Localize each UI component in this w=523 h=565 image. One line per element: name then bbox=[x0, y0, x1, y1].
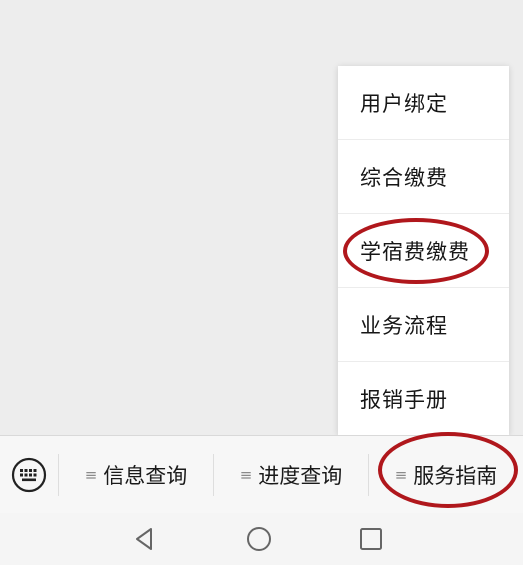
menu-item-label: 综合缴费 bbox=[360, 165, 448, 190]
menu-item-comprehensive-payment[interactable]: 综合缴费 bbox=[338, 140, 509, 214]
tab-label: 信息查询 bbox=[103, 463, 188, 488]
menu-item-label: 业务流程 bbox=[360, 313, 448, 338]
menu-item-label: 用户绑定 bbox=[360, 91, 448, 116]
menu-lines-icon: ≡ bbox=[394, 465, 408, 484]
menu-lines-icon: ≡ bbox=[239, 465, 253, 484]
menu-lines-icon: ≡ bbox=[84, 465, 98, 484]
tab-info-query[interactable]: ≡ 信息查询 bbox=[59, 436, 213, 513]
menu-item-business-process[interactable]: 业务流程 bbox=[338, 288, 509, 362]
keyboard-icon bbox=[11, 457, 47, 492]
tab-progress-query[interactable]: ≡ 进度查询 bbox=[214, 436, 368, 513]
tab-service-guide[interactable]: ≡ 服务指南 bbox=[369, 436, 523, 513]
back-button[interactable] bbox=[131, 525, 159, 553]
menu-item-tuition-payment[interactable]: 学宿费缴费 bbox=[338, 214, 509, 288]
home-button[interactable] bbox=[245, 525, 273, 553]
menu-item-reimbursement-manual[interactable]: 报销手册 bbox=[338, 362, 509, 435]
tab-label: 服务指南 bbox=[413, 463, 498, 488]
tab-label: 进度查询 bbox=[258, 463, 343, 488]
official-account-menu-bar: ≡ 信息查询 ≡ 进度查询 ≡ 服务指南 bbox=[0, 435, 523, 513]
menu-item-label: 学宿费缴费 bbox=[360, 239, 470, 264]
system-navigation-bar bbox=[0, 513, 523, 565]
keyboard-toggle-button[interactable] bbox=[0, 436, 58, 513]
home-circle-icon bbox=[247, 527, 271, 551]
menu-item-user-binding[interactable]: 用户绑定 bbox=[338, 66, 509, 140]
recents-square-icon bbox=[360, 528, 382, 550]
back-triangle-icon bbox=[136, 528, 152, 550]
recents-button[interactable] bbox=[357, 525, 385, 553]
menu-item-label: 报销手册 bbox=[360, 387, 448, 412]
service-guide-submenu: 用户绑定 综合缴费 学宿费缴费 业务流程 报销手册 bbox=[338, 66, 509, 435]
